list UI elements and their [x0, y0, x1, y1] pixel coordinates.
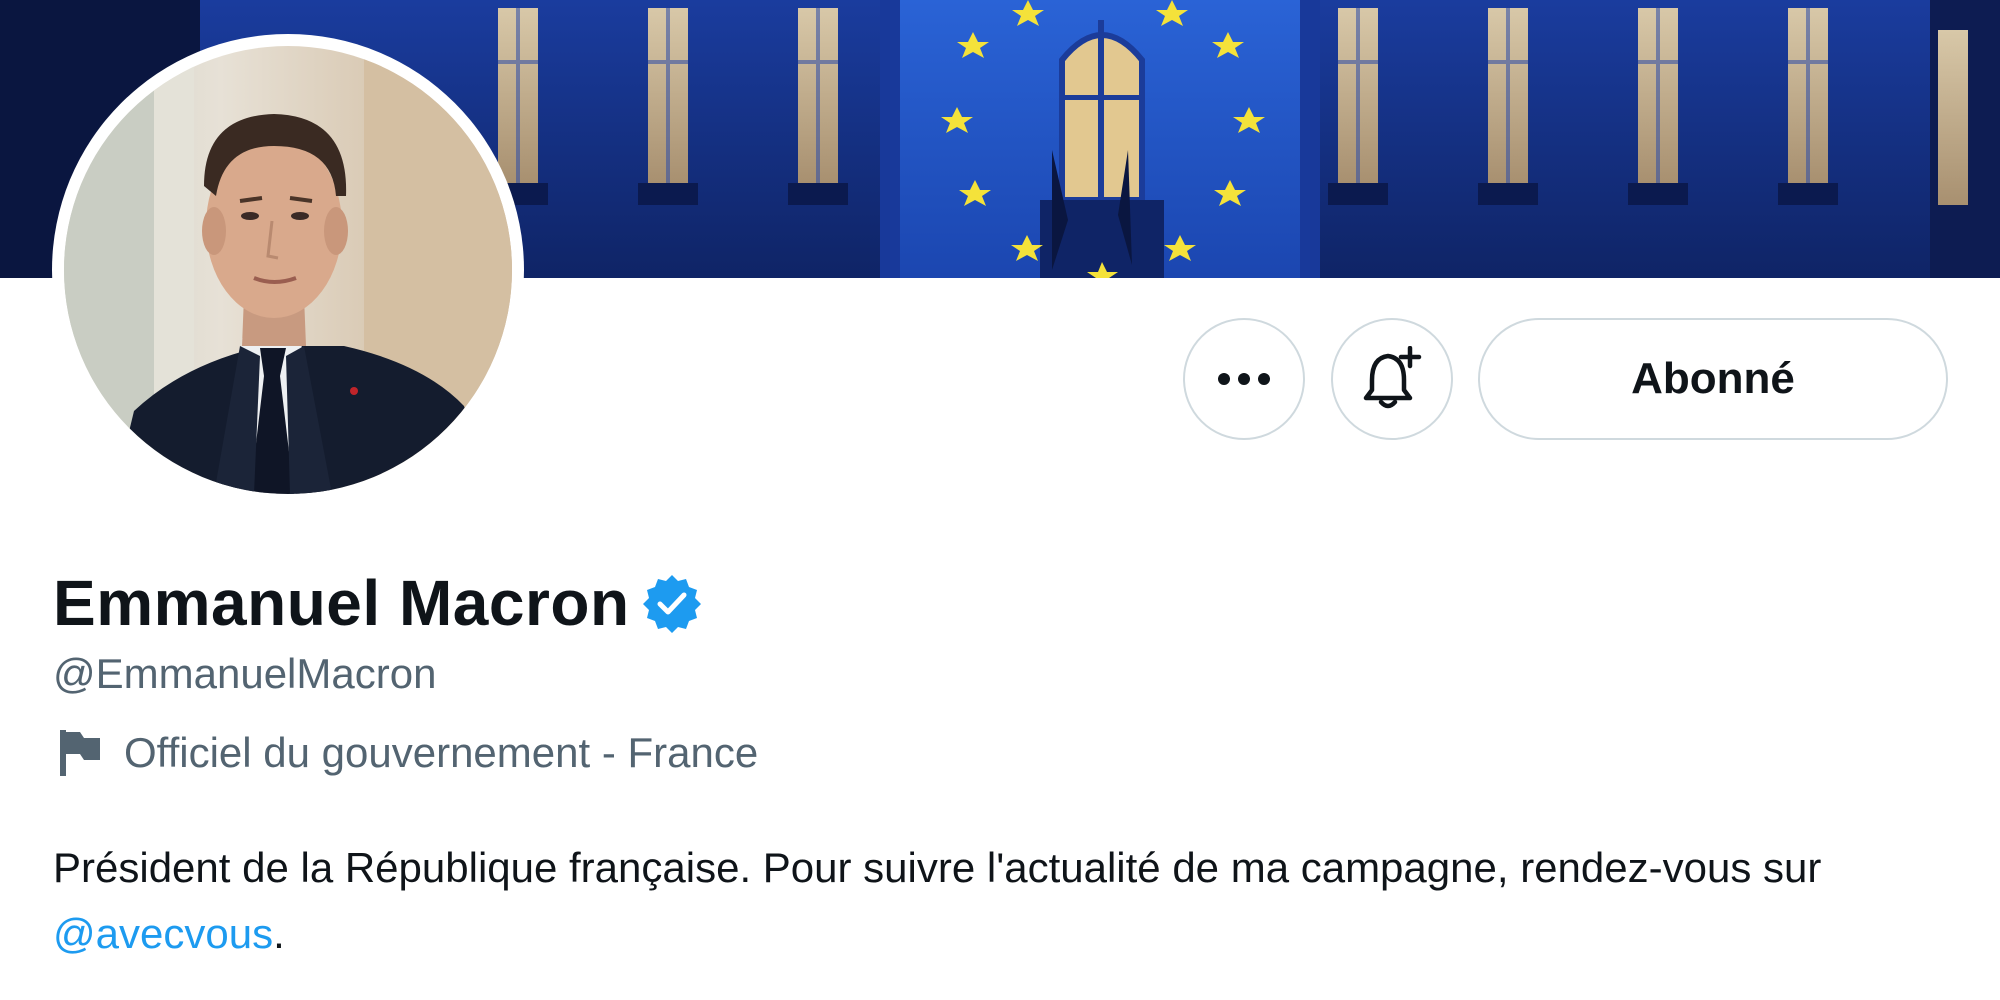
- verified-badge-icon[interactable]: [642, 573, 702, 633]
- affiliation-label: Officiel du gouvernement - France: [124, 729, 759, 776]
- bell-plus-icon: [1363, 346, 1422, 409]
- profile-avatar[interactable]: [52, 34, 524, 506]
- bio-end: .: [273, 910, 285, 957]
- notifications-button[interactable]: [1331, 318, 1453, 440]
- bio-mention-link[interactable]: @avecvous: [53, 910, 273, 957]
- ellipsis-icon: [1218, 373, 1270, 385]
- flag-icon: [60, 730, 100, 776]
- avatar-photo: [64, 46, 512, 494]
- bio-text: Président de la République française. Po…: [53, 844, 1822, 891]
- profile-bio: Président de la République française. Po…: [53, 835, 1933, 967]
- affiliation-row: Officiel du gouvernement - France: [56, 728, 758, 778]
- follow-status-button[interactable]: Abonné: [1478, 318, 1948, 440]
- user-handle: @EmmanuelMacron: [53, 650, 437, 697]
- display-name: Emmanuel Macron: [53, 567, 630, 639]
- more-options-button[interactable]: [1183, 318, 1305, 440]
- name-row: Emmanuel Macron: [53, 563, 702, 643]
